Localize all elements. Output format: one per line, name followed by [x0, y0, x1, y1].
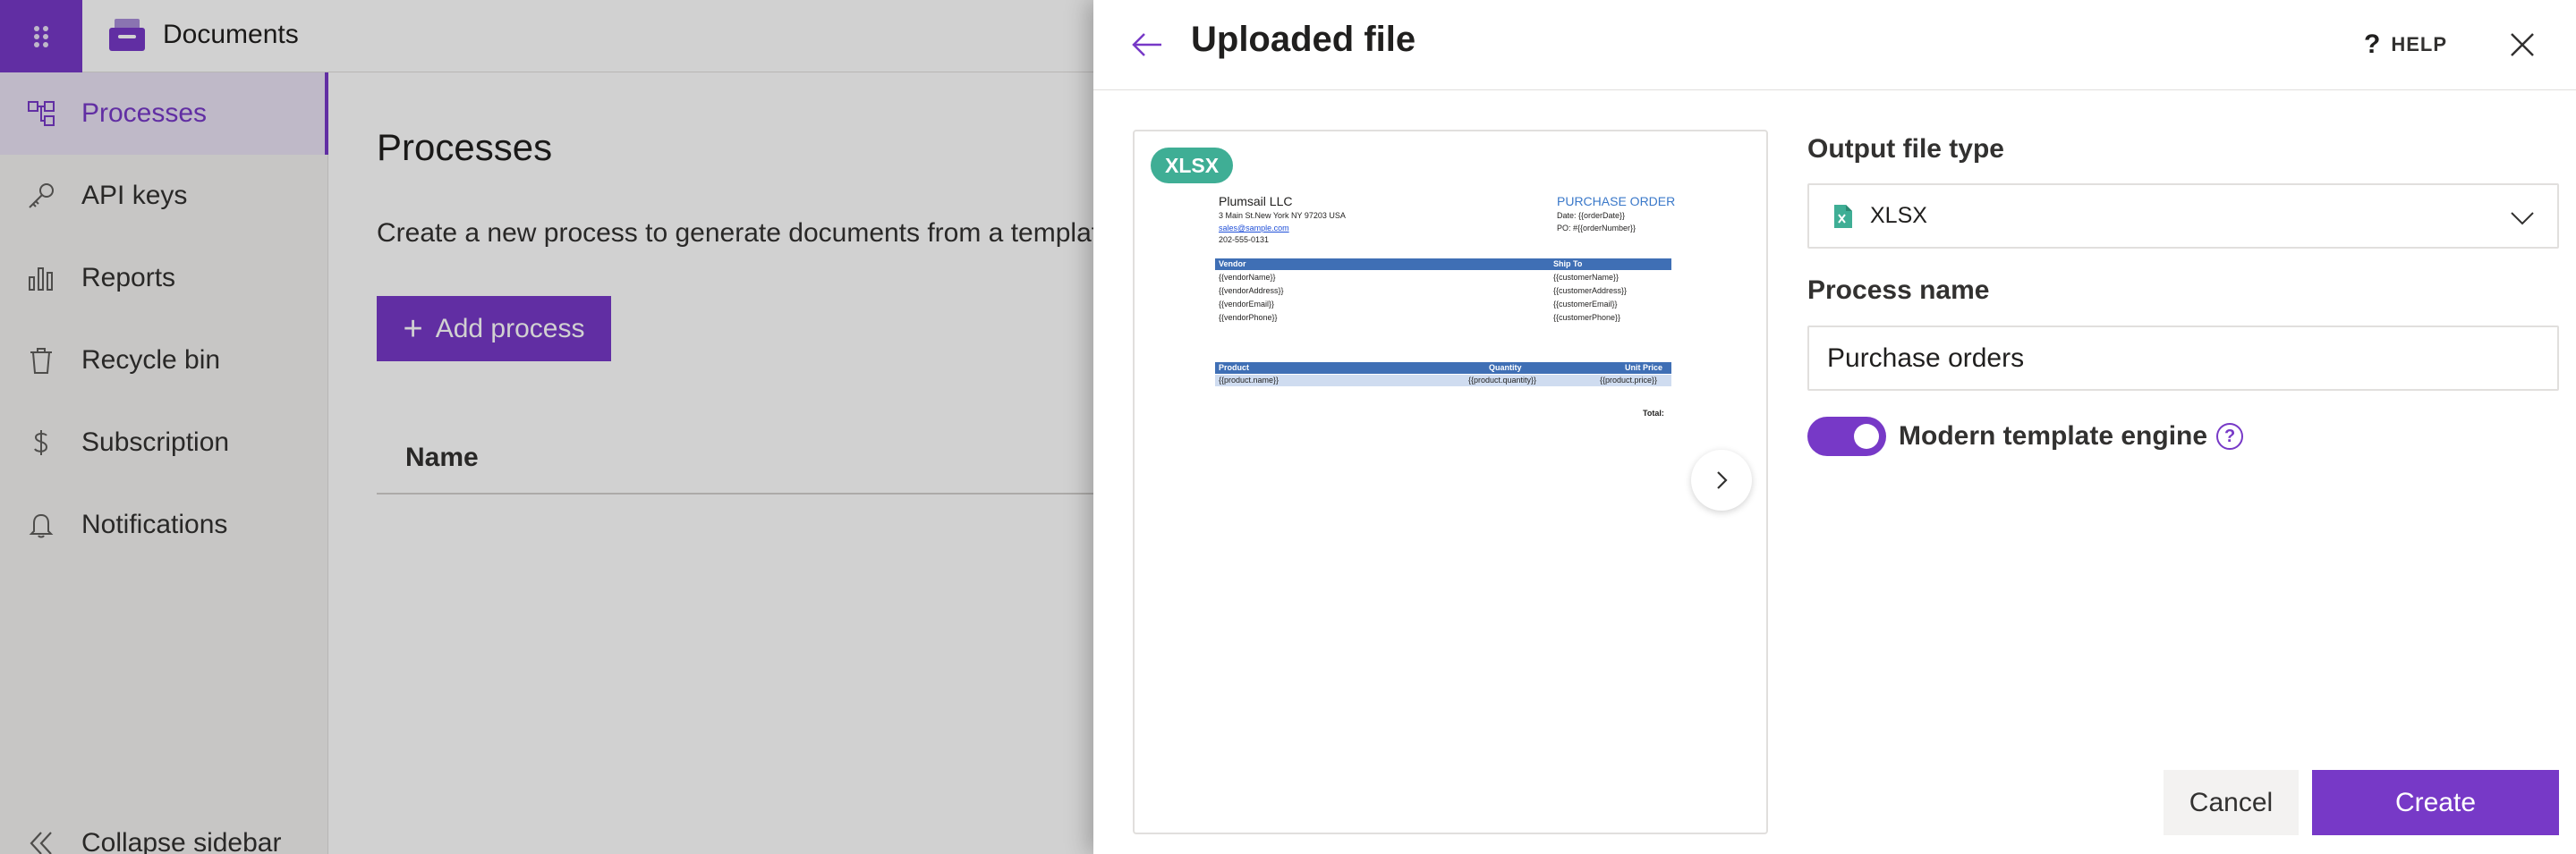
process-name-label: Process name: [1807, 275, 1990, 305]
modern-template-engine-label: Modern template engine: [1899, 421, 2208, 451]
create-button[interactable]: Create: [2312, 770, 2559, 835]
close-button[interactable]: [2503, 25, 2542, 64]
uploaded-file-panel: Uploaded file ? HELP XLSX Plumsail LLC 3…: [1093, 0, 2576, 854]
doc-vendor-header: Vendor: [1219, 259, 1246, 268]
doc-product-header-bar: [1215, 362, 1671, 374]
doc-po-date: Date: {{orderDate}}: [1557, 211, 1626, 220]
doc-email: sales@sample.com: [1219, 224, 1289, 233]
doc-vendor-field: {{vendorPhone}}: [1219, 313, 1278, 322]
doc-product-header: Product: [1219, 363, 1250, 372]
doc-po-number: PO: #{{orderNumber}}: [1557, 224, 1637, 233]
help-button[interactable]: ? HELP: [2364, 27, 2447, 63]
doc-phone: 202-555-0131: [1219, 235, 1270, 244]
toggle-knob: [1854, 424, 1879, 449]
file-preview: XLSX Plumsail LLC 3 Main St.New York NY …: [1133, 130, 1768, 834]
cancel-button[interactable]: Cancel: [2164, 770, 2299, 835]
output-file-type-label: Output file type: [1807, 134, 2004, 164]
doc-unit-price-header: Unit Price: [1625, 363, 1663, 372]
output-file-type-select[interactable]: XLSX: [1807, 183, 2559, 249]
next-page-button[interactable]: [1691, 450, 1752, 511]
file-type-badge: XLSX: [1151, 148, 1234, 183]
doc-product-cell: {{product.name}}: [1219, 376, 1279, 385]
chevron-right-icon: [1717, 471, 1728, 489]
doc-vendor-field: {{vendorAddress}}: [1219, 286, 1284, 295]
doc-total-label: Total:: [1643, 409, 1664, 418]
excel-file-icon: [1834, 205, 1852, 228]
help-label: HELP: [2391, 33, 2448, 55]
doc-vendor-field: {{vendorName}}: [1219, 273, 1276, 282]
output-file-type-value: XLSX: [1870, 203, 1927, 228]
modern-template-engine-toggle[interactable]: [1807, 417, 1886, 456]
modern-template-engine-row: Modern template engine ?: [1807, 414, 2244, 459]
process-name-input[interactable]: [1807, 326, 2559, 391]
panel-header: Uploaded file ? HELP: [1093, 0, 2576, 90]
back-button[interactable]: [1126, 23, 1169, 66]
doc-po-title: PURCHASE ORDER: [1557, 194, 1676, 208]
document-thumbnail: Plumsail LLC 3 Main St.New York NY 97203…: [1215, 194, 1675, 427]
doc-shipto-header: Ship To: [1553, 259, 1583, 268]
arrow-left-icon: [1132, 33, 1161, 56]
doc-address: 3 Main St.New York NY 97203 USA: [1219, 211, 1346, 220]
doc-vendor-field: {{vendorEmail}}: [1219, 300, 1275, 309]
panel-title: Uploaded file: [1191, 20, 1416, 59]
close-icon: [2511, 33, 2534, 56]
doc-customer-field: {{customerName}}: [1553, 273, 1620, 282]
doc-quantity-header: Quantity: [1489, 363, 1522, 372]
doc-vendor-header-bar: [1215, 258, 1671, 270]
doc-customer-field: {{customerEmail}}: [1553, 300, 1618, 309]
doc-customer-field: {{customerAddress}}: [1553, 286, 1628, 295]
doc-company: Plumsail LLC: [1219, 194, 1293, 208]
question-mark-icon: ?: [2364, 30, 2381, 59]
question-circle-icon[interactable]: ?: [2216, 423, 2244, 450]
chevron-down-icon: [2511, 212, 2534, 225]
doc-quantity-cell: {{product.quantity}}: [1468, 376, 1537, 385]
doc-price-cell: {{product.price}}: [1600, 376, 1658, 385]
doc-customer-field: {{customerPhone}}: [1553, 313, 1621, 322]
